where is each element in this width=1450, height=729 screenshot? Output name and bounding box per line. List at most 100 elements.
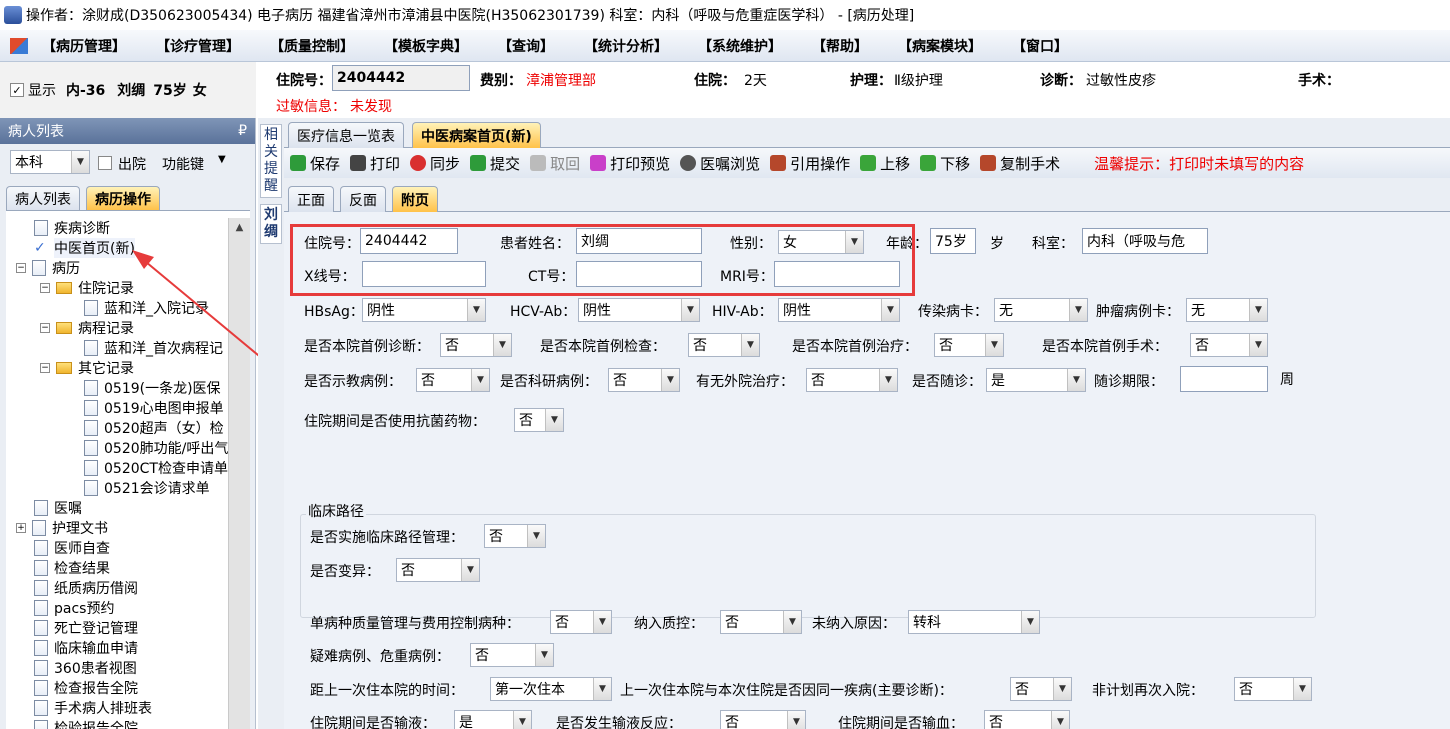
retrieve-button[interactable]: 取回 [530,153,580,174]
scroll-up-icon[interactable]: ▲ [229,222,250,233]
tree-item[interactable]: pacs预约 [34,598,114,618]
function-key-button[interactable]: 功能键 [162,154,204,174]
tree-item[interactable]: 医嘱 [34,498,82,518]
menu-item-help[interactable]: 【帮助】 [812,36,868,56]
age-field[interactable]: 75岁 [930,228,976,254]
tree-item[interactable]: 死亡登记管理 [34,618,138,638]
pathway-select[interactable]: 否 ▼ [484,524,546,548]
first-surgery-select[interactable]: 否 ▼ [1190,333,1268,357]
infusion-reaction-select[interactable]: 否 ▼ [720,710,806,729]
menu-item-statistics[interactable]: 【统计分析】 [584,36,668,56]
menu-item-template[interactable]: 【模板字典】 [384,36,468,56]
tab-record-ops[interactable]: 病历操作 [86,186,160,210]
tree-item[interactable]: 0519(一条龙)医保 [84,378,221,398]
antibiotics-select[interactable]: 否 ▼ [514,408,564,432]
move-down-button[interactable]: 下移 [920,153,970,174]
collapse-icon[interactable]: − [40,323,50,333]
tree-item[interactable]: 检查结果 [34,558,110,578]
transfusion-select[interactable]: 否 ▼ [984,710,1070,729]
tree-item[interactable]: 纸质病历借阅 [34,578,138,598]
tree-item[interactable]: 0520肺功能/呼出气 [84,438,228,458]
collapse-icon[interactable]: − [16,263,26,273]
tree-item[interactable]: 疾病诊断 [34,218,110,238]
tab-back[interactable]: 反面 [340,186,386,212]
discharge-checkbox[interactable] [98,156,112,170]
pathway-label: 是否实施临床路径管理： [310,530,464,546]
expand-icon[interactable]: + [16,523,26,533]
dept-field[interactable]: 内科（呼吸与危 [1082,228,1208,254]
print-preview-button[interactable]: 打印预览 [590,153,670,174]
hbsag-select[interactable]: 阴性 ▼ [362,298,486,322]
followup-period-field[interactable] [1180,366,1268,392]
first-diagnosis-select[interactable]: 否 ▼ [440,333,512,357]
collapse-icon[interactable]: − [40,283,50,293]
chevron-down-icon: ▼ [535,644,553,666]
hcv-select[interactable]: 阴性 ▼ [578,298,700,322]
move-up-button[interactable]: 上移 [860,153,910,174]
tree-item[interactable]: 医师自查 [34,538,110,558]
tree-item[interactable]: 0521会诊请求单 [84,478,210,498]
menu-item-emr[interactable]: 【病历管理】 [42,36,126,56]
hcv-label: HCV-Ab： [510,304,577,320]
outside-treatment-select[interactable]: 否 ▼ [806,368,898,392]
first-treatment-label: 是否本院首例治疗： [792,339,918,355]
first-exam-select[interactable]: 否 ▼ [688,333,760,357]
collapse-icon[interactable]: − [40,363,50,373]
sync-button[interactable]: 同步 [410,153,460,174]
tree-item[interactable]: 0520CT检查申请单 [84,458,228,478]
teaching-select[interactable]: 否 ▼ [416,368,490,392]
same-disease-select[interactable]: 否 ▼ [1010,677,1072,701]
tab-medical-overview[interactable]: 医疗信息一览表 [288,122,404,148]
variation-select[interactable]: 否 ▼ [396,558,480,582]
dept-select[interactable]: 本科 ▼ [10,150,90,174]
research-select[interactable]: 否 ▼ [608,368,680,392]
patient-name-tab[interactable]: 刘绸 [261,207,281,241]
last-admission-select[interactable]: 第一次住本 ▼ [490,677,612,701]
hiv-select[interactable]: 阴性 ▼ [778,298,900,322]
crb-select[interactable]: 无 ▼ [994,298,1088,322]
tree-item[interactable]: + 护理文书 [16,518,108,538]
tree-item[interactable]: 手术病人排班表 [34,698,152,718]
chevron-down-icon: ▼ [879,369,897,391]
order-browse-button[interactable]: 医嘱浏览 [680,153,760,174]
menu-item-system[interactable]: 【系统维护】 [698,36,782,56]
followup-select[interactable]: 是 ▼ [986,368,1086,392]
ward-bed: 内-36 [66,83,106,99]
magnifier-document-icon [34,560,48,576]
chevron-down-icon[interactable]: ▼ [218,154,226,165]
window-menu-icon[interactable] [10,37,28,54]
difficult-case-select[interactable]: 否 ▼ [470,643,554,667]
show-checkbox[interactable]: ✓ [10,83,24,97]
menu-item-query[interactable]: 【查询】 [498,36,554,56]
single-disease-select[interactable]: 否 ▼ [550,610,612,634]
menu-item-records[interactable]: 【病案模块】 [898,36,982,56]
related-reminder-tab[interactable]: 相关提醒 [261,127,281,195]
menu-item-quality[interactable]: 【质量控制】 [270,36,354,56]
quote-button[interactable]: 引用操作 [770,153,850,174]
tree-item[interactable]: − 病历 [16,258,80,278]
tree-item[interactable]: 检验报告全院 [34,718,138,729]
tab-front[interactable]: 正面 [288,186,334,212]
tree-item[interactable]: 检查报告全院 [34,678,138,698]
save-button[interactable]: 保存 [290,153,340,174]
tab-tcm-homepage[interactable]: 中医病案首页(新) [412,122,541,148]
tab-patient-list[interactable]: 病人列表 [6,186,80,210]
tree-item[interactable]: 360患者视图 [34,658,137,678]
tree-item[interactable]: 0520超声（女）检 [84,418,224,438]
tab-appendix[interactable]: 附页 [392,186,438,212]
pin-icon[interactable]: ₽ [238,123,247,139]
unplanned-readmission-select[interactable]: 否 ▼ [1234,677,1312,701]
menu-item-window[interactable]: 【窗口】 [1012,36,1068,56]
tree-item[interactable]: 临床输血申请 [34,638,138,658]
submit-button[interactable]: 提交 [470,153,520,174]
exclusion-reason-select[interactable]: 转科 ▼ [908,610,1040,634]
quality-control-select[interactable]: 否 ▼ [720,610,802,634]
print-button[interactable]: 打印 [350,153,400,174]
infusion-select[interactable]: 是 ▼ [454,710,532,729]
menu-item-treatment[interactable]: 【诊疗管理】 [156,36,240,56]
first-treatment-select[interactable]: 否 ▼ [934,333,1004,357]
window-title: 操作者：涂财成(D350623005434) 电子病历 福建省漳州市漳浦县中医院… [26,8,915,24]
copy-surgery-button[interactable]: 复制手术 [980,153,1060,174]
tumor-select[interactable]: 无 ▼ [1186,298,1268,322]
tree-item[interactable]: 0519心电图申报单 [84,398,224,418]
